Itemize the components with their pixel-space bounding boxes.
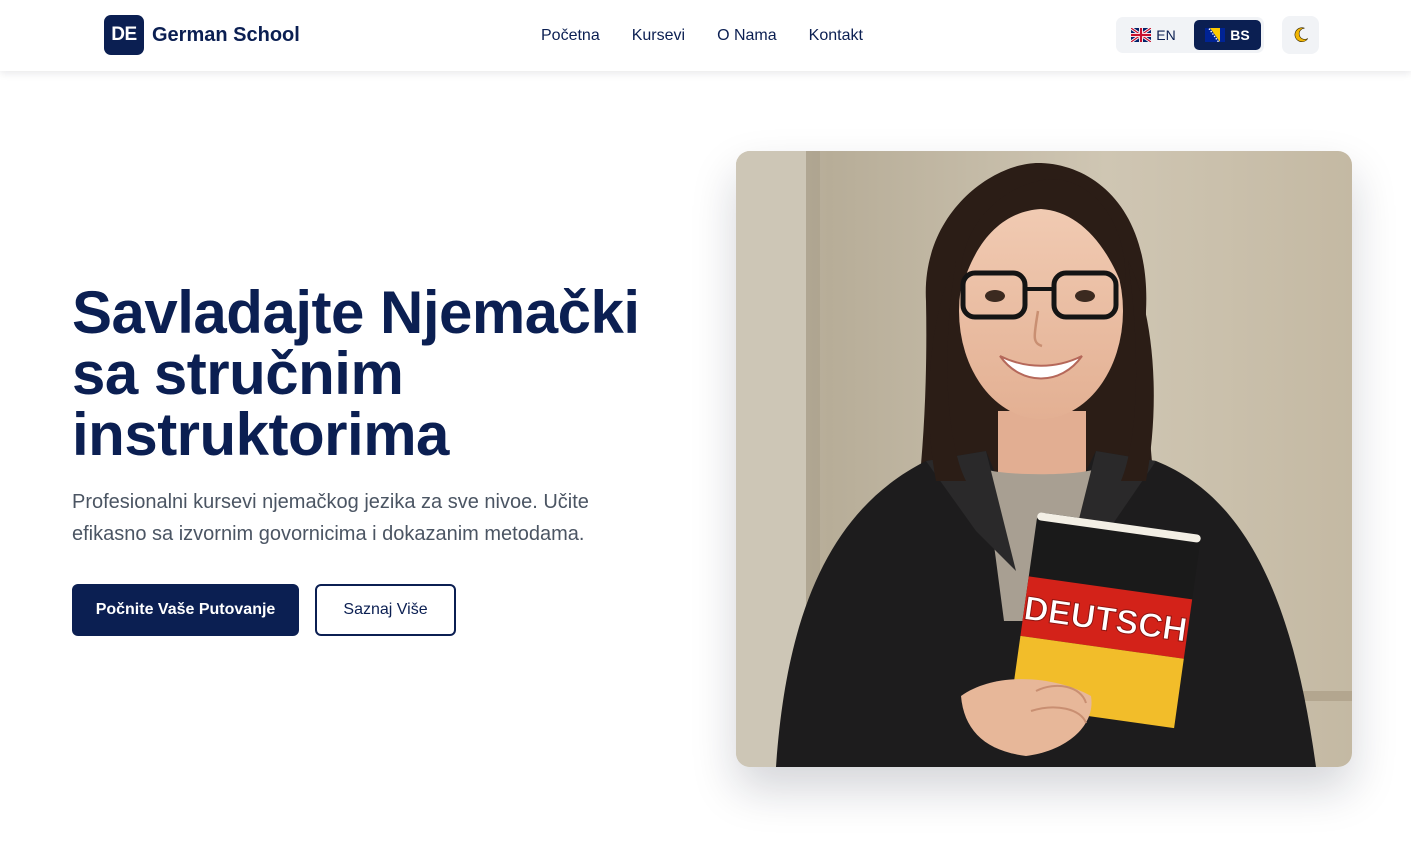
language-switcher: EN BS <box>1116 17 1264 53</box>
language-bs-button[interactable]: BS <box>1193 20 1261 50</box>
navbar: DE German School Početna Kursevi O Nama … <box>0 0 1411 71</box>
hero-subtitle: Profesionalni kursevi njemačkog jezika z… <box>72 491 589 545</box>
hero-image: DEUTSCH <box>736 151 1352 767</box>
bosnia-flag-icon <box>1205 28 1226 42</box>
uk-flag-icon <box>1131 28 1152 42</box>
learn-more-button[interactable]: Saznaj Više <box>315 584 456 636</box>
nav-link-o-nama[interactable]: O Nama <box>717 27 777 45</box>
logo-link[interactable]: DE German School <box>104 15 300 55</box>
main-nav: Početna Kursevi O Nama Kontakt <box>541 24 895 48</box>
language-en-button[interactable]: EN <box>1119 20 1188 50</box>
nav-link-kontakt[interactable]: Kontakt <box>809 27 863 45</box>
language-en-label: EN <box>1156 27 1176 43</box>
nav-link-kursevi[interactable]: Kursevi <box>632 27 685 45</box>
hero-title: Savladajte Njemački sa stručnim instrukt… <box>72 279 640 468</box>
moon-icon <box>1294 27 1308 42</box>
student-with-book-illustration: DEUTSCH <box>736 151 1352 767</box>
language-bs-label: BS <box>1230 27 1250 43</box>
nav-link-pocetna[interactable]: Početna <box>541 27 600 45</box>
logo-badge: DE <box>104 15 144 55</box>
theme-toggle-button[interactable] <box>1282 16 1319 54</box>
logo-text: German School <box>152 23 300 46</box>
start-journey-button[interactable]: Počnite Vaše Putovanje <box>72 584 299 636</box>
